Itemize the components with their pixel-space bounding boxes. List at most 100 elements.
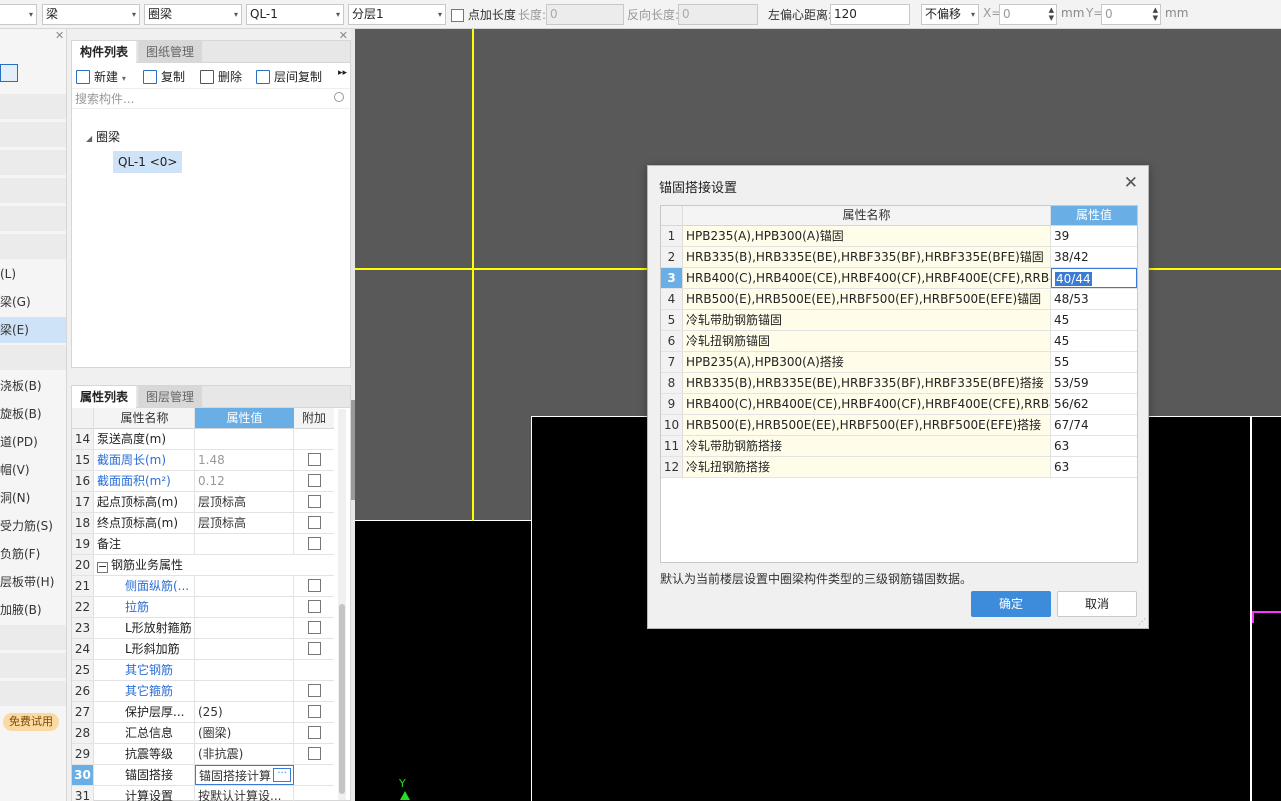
nav-item-beam-e[interactable]: 梁(E) xyxy=(0,317,66,343)
table-row[interactable]: 30 锚固搭接 锚固搭接计算 ··· xyxy=(72,765,334,786)
nav-item-main-rebar[interactable]: 受力筋(S) xyxy=(0,513,66,539)
nav-item-beam-l[interactable]: (L) xyxy=(0,261,66,287)
nav-item-hole[interactable]: 洞(N) xyxy=(0,485,66,511)
ok-button[interactable]: 确定 xyxy=(971,591,1051,617)
nav-item-slab-band[interactable]: 层板带(H) xyxy=(0,569,66,595)
table-row[interactable]: 12 冷轧扭钢筋搭接 63 xyxy=(661,457,1137,478)
add-length-toggle[interactable]: 点加长度 xyxy=(451,6,516,23)
nav-item-cap[interactable]: 帽(V) xyxy=(0,457,66,483)
nav-item-slab[interactable]: 浇板(B) xyxy=(0,373,66,399)
tree-node-ring-beam[interactable]: ◢ 圈梁 xyxy=(86,128,120,145)
ellipsis-button[interactable]: ··· xyxy=(273,768,291,782)
row-value[interactable]: 48/53 xyxy=(1051,289,1137,309)
row-value[interactable]: 67/74 xyxy=(1051,415,1137,435)
row-value[interactable]: 53/59 xyxy=(1051,373,1137,393)
close-icon[interactable]: ✕ xyxy=(339,386,348,387)
table-row[interactable]: 20− 钢筋业务属性 xyxy=(72,555,334,576)
extra-checkbox[interactable] xyxy=(307,726,321,739)
spinner-icon[interactable]: ▲ ▼ xyxy=(1049,6,1054,22)
table-row[interactable]: 21 侧面纵筋(... xyxy=(72,576,334,597)
row-value[interactable]: 45 xyxy=(1051,331,1137,351)
tree-node-ql1[interactable]: QL-1 <0> xyxy=(113,151,183,173)
property-value[interactable] xyxy=(195,534,294,554)
table-row[interactable]: 31 计算设置 按默认计算设... xyxy=(72,786,334,801)
table-row[interactable]: 6 冷轧扭钢筋锚固 45 xyxy=(661,331,1137,352)
table-row[interactable]: 23 L形放射箍筋 xyxy=(72,618,334,639)
search-input[interactable]: 搜索构件... xyxy=(75,92,134,106)
nav-item-negative-rebar[interactable]: 负筋(F) xyxy=(0,541,66,567)
cancel-button[interactable]: 取消 xyxy=(1057,591,1137,617)
tab-layer-management[interactable]: 图层管理 xyxy=(138,386,203,408)
resize-grip-icon[interactable]: ⋰ xyxy=(1138,617,1146,626)
table-row[interactable]: 15 截面周长(m) 1.48 xyxy=(72,450,334,471)
copy-button[interactable]: 复制 xyxy=(143,68,185,85)
component-search[interactable]: 搜索构件... xyxy=(72,89,350,109)
scrollbar-track[interactable] xyxy=(338,409,346,800)
property-value[interactable] xyxy=(195,576,294,596)
property-value[interactable] xyxy=(195,429,294,449)
table-row[interactable]: 2 HRB335(B),HRB335E(BE),HRBF335(BF),HRBF3… xyxy=(661,247,1137,268)
y-input[interactable]: 0 ▲ ▼ xyxy=(1101,4,1161,25)
table-row[interactable]: 3 HRB400(C),HRB400E(CE),HRBF400(CF),HRBF4… xyxy=(661,268,1137,289)
extra-checkbox[interactable] xyxy=(307,642,321,655)
property-value[interactable]: (25) xyxy=(195,702,294,722)
extra-checkbox[interactable] xyxy=(307,579,321,592)
type-combo[interactable]: 梁 ▾ xyxy=(42,4,140,25)
extra-checkbox[interactable] xyxy=(307,453,321,466)
table-row[interactable]: 29 抗震等级 (非抗震) xyxy=(72,744,334,765)
property-value[interactable]: (非抗震) xyxy=(195,744,294,764)
extra-checkbox[interactable] xyxy=(307,621,321,634)
row-value[interactable]: 55 xyxy=(1051,352,1137,372)
table-row[interactable]: 25 其它钢筋 xyxy=(72,660,334,681)
row-value[interactable]: 39 xyxy=(1051,226,1137,246)
property-value[interactable] xyxy=(195,681,294,701)
nav-item-haunch[interactable]: 加腋(B) xyxy=(0,597,66,623)
length-input[interactable]: 0 xyxy=(546,4,624,25)
extra-checkbox[interactable] xyxy=(307,537,321,550)
table-row[interactable]: 26 其它箍筋 xyxy=(72,681,334,702)
table-row[interactable]: 19 备注 xyxy=(72,534,334,555)
property-value[interactable] xyxy=(195,660,294,680)
extra-checkbox[interactable] xyxy=(307,705,321,718)
table-row[interactable]: 7 HPB235(A),HPB300(A)搭接 55 xyxy=(661,352,1137,373)
floor-copy-button[interactable]: 层间复制 xyxy=(256,68,322,85)
row-value[interactable]: 38/42 xyxy=(1051,247,1137,267)
property-value[interactable]: 1.48 xyxy=(195,450,294,470)
extra-checkbox[interactable] xyxy=(307,600,321,613)
extra-checkbox[interactable] xyxy=(307,474,321,487)
table-row[interactable]: 5 冷轧带肋钢筋锚固 45 xyxy=(661,310,1137,331)
table-row[interactable]: 10 HRB500(E),HRB500E(EE),HRBF500(EF),HRBF… xyxy=(661,415,1137,436)
property-value[interactable]: 层顶标高 xyxy=(195,513,294,533)
more-arrow-icon[interactable]: ▸▸ xyxy=(338,68,347,78)
property-value-editor[interactable]: 锚固搭接计算 ··· xyxy=(195,765,294,785)
spinner-icon[interactable]: ▲ ▼ xyxy=(1153,6,1158,22)
table-row[interactable]: 16 截面面积(m²) 0.12 xyxy=(72,471,334,492)
extra-checkbox[interactable] xyxy=(307,516,321,529)
table-row[interactable]: 9 HRB400(C),HRB400E(CE),HRBF400(CF),HRBF4… xyxy=(661,394,1137,415)
table-row[interactable]: 1 HPB235(A),HPB300(A)锚固 39 xyxy=(661,226,1137,247)
new-button[interactable]: 新建 ▾ xyxy=(76,68,126,85)
scrollbar-thumb[interactable] xyxy=(339,604,345,794)
row-value-editor[interactable]: 40/44 xyxy=(1051,268,1137,288)
row-value[interactable]: 45 xyxy=(1051,310,1137,330)
property-value[interactable]: 按默认计算设... xyxy=(195,786,294,801)
nav-item-spiral-slab[interactable]: 旋板(B) xyxy=(0,401,66,427)
nav-item-beam-g[interactable]: 梁(G) xyxy=(0,289,66,315)
table-row[interactable]: 4 HRB500(E),HRB500E(EE),HRBF500(EF),HRBF5… xyxy=(661,289,1137,310)
x-input[interactable]: 0 ▲ ▼ xyxy=(999,4,1057,25)
table-row[interactable]: 14 泵送高度(m) xyxy=(72,429,334,450)
left-offset-input[interactable]: 120 xyxy=(830,4,910,25)
row-value[interactable]: 56/62 xyxy=(1051,394,1137,414)
table-row[interactable]: 28 汇总信息 (圈梁) xyxy=(72,723,334,744)
delete-button[interactable]: 删除 xyxy=(200,68,242,85)
property-group-name[interactable]: − 钢筋业务属性 xyxy=(95,555,294,575)
property-value[interactable] xyxy=(195,639,294,659)
table-row[interactable]: 22 拉筋 xyxy=(72,597,334,618)
close-icon[interactable]: ✕ xyxy=(339,29,348,42)
row-value[interactable]: 63 xyxy=(1051,436,1137,456)
add-length-checkbox[interactable] xyxy=(451,9,464,22)
property-value[interactable] xyxy=(195,618,294,638)
row-value[interactable]: 63 xyxy=(1051,457,1137,477)
extra-checkbox[interactable] xyxy=(307,747,321,760)
row-value[interactable]: 40/44 xyxy=(1055,272,1092,286)
